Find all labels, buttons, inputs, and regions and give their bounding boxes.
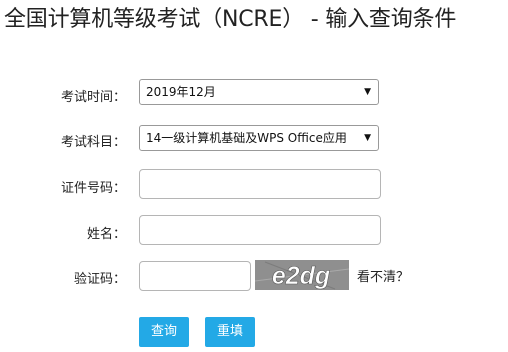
id-number-input[interactable] xyxy=(139,169,381,199)
dropdown-arrow-icon: ▼ xyxy=(364,87,371,97)
name-label: 姓名： xyxy=(86,227,126,242)
subject-label: 考试科目： xyxy=(60,135,126,150)
id-number-label: 证件号码： xyxy=(60,181,126,196)
exam-time-select[interactable]: 2019年12月 ▼ xyxy=(139,79,379,105)
captcha-label: 验证码： xyxy=(73,272,126,287)
query-button[interactable]: 查询 xyxy=(139,317,189,347)
captcha-image[interactable]: e2dg xyxy=(255,260,349,290)
exam-time-label: 考试时间： xyxy=(60,90,126,105)
subject-value: 14一级计算机基础及WPS Office应用 xyxy=(146,131,347,145)
name-input[interactable] xyxy=(139,215,381,245)
exam-time-value: 2019年12月 xyxy=(146,85,216,99)
dropdown-arrow-icon: ▼ xyxy=(364,133,371,143)
captcha-input[interactable] xyxy=(139,261,251,291)
captcha-text: e2dg xyxy=(272,262,330,290)
query-page: 全国计算机等级考试（NCRE） - 输入查询条件 考试时间： 2019年12月 … xyxy=(0,0,508,352)
page-title: 全国计算机等级考试（NCRE） - 输入查询条件 xyxy=(4,7,457,32)
subject-select[interactable]: 14一级计算机基础及WPS Office应用 ▼ xyxy=(139,125,379,151)
captcha-refresh-link[interactable]: 看不清？ xyxy=(357,266,409,285)
reset-button[interactable]: 重填 xyxy=(205,317,255,347)
